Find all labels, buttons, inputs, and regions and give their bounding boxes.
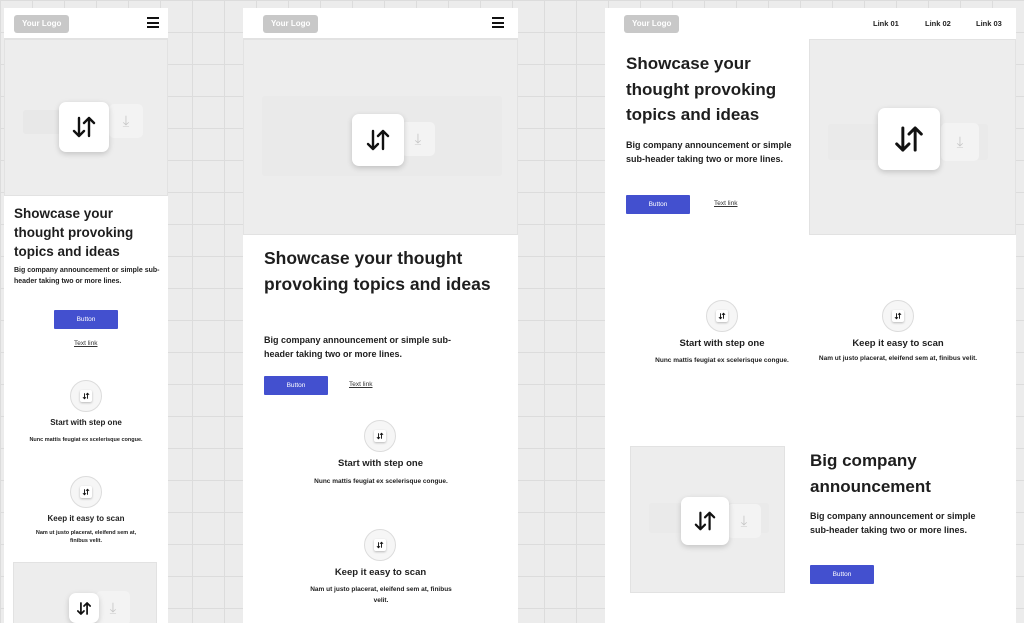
feature-image-placeholder: ⤓: [630, 446, 785, 593]
step-two-icon: [70, 476, 102, 508]
step-one-icon: [364, 420, 396, 452]
hero-heading: Showcase your thought provoking topics a…: [264, 248, 491, 294]
hero-button[interactable]: Button: [626, 195, 690, 214]
hero-button[interactable]: Button: [54, 310, 118, 329]
step-two-title: Keep it easy to scan: [852, 338, 944, 349]
feature-button[interactable]: Button: [810, 565, 874, 584]
nav-link-03[interactable]: Link 03: [976, 19, 1002, 28]
hero-image-placeholder: ⤓: [4, 39, 168, 196]
tablet-navbar: Your Logo: [243, 8, 518, 39]
feature-image-placeholder: ⤓: [13, 562, 157, 623]
step-one-title: Start with step one: [50, 418, 122, 427]
hamburger-menu-icon[interactable]: [492, 17, 504, 28]
desktop-navbar: Your Logo Link 01 Link 02 Link 03: [605, 8, 1016, 39]
mobile-frame: Your Logo ⤓ Showcase your thought provok…: [4, 8, 168, 623]
hero-subheader: Big company announcement or simple sub-h…: [626, 140, 792, 164]
mobile-navbar: Your Logo: [4, 8, 168, 39]
hero-heading: Showcase your thought provoking topics a…: [626, 54, 777, 124]
hero-subheader: Big company announcement or simple sub-h…: [264, 335, 452, 359]
feature-heading: Big company announcement: [810, 451, 931, 496]
hamburger-menu-icon[interactable]: [147, 17, 159, 28]
step-two-icon: [364, 529, 396, 561]
logo[interactable]: Your Logo: [263, 15, 319, 33]
swap-arrows-icon: [59, 102, 109, 152]
swap-arrows-icon: [69, 593, 99, 623]
logo[interactable]: Your Logo: [14, 15, 70, 33]
step-one-title: Start with step one: [679, 338, 765, 349]
step-two-text: Nam ut justo placerat, eleifend sem at, …: [35, 530, 137, 544]
hero-subheader: Big company announcement or simple sub-h…: [14, 267, 160, 285]
tablet-frame: Your Logo ⤓ Showcase your thought provok…: [243, 8, 518, 623]
nav-link-01[interactable]: Link 01: [873, 19, 899, 28]
step-one-text: Nunc mattis feugiat ex scelerisque congu…: [655, 357, 789, 364]
step-two-text: Nam ut justo placerat, eleifend sem at, …: [310, 586, 452, 604]
logo[interactable]: Your Logo: [624, 15, 680, 33]
hero-image-placeholder: ⤓: [809, 39, 1016, 235]
swap-arrows-icon: [352, 114, 404, 166]
hero-heading: Showcase your thought provoking topics a…: [14, 206, 134, 259]
step-two-title: Keep it easy to scan: [47, 514, 125, 523]
step-two-icon: [882, 300, 914, 332]
hero-text-link[interactable]: Text link: [714, 200, 737, 207]
swap-arrows-icon: [878, 108, 940, 170]
nav-link-02[interactable]: Link 02: [925, 19, 951, 28]
step-one-text: Nunc mattis feugiat ex scelerisque congu…: [29, 437, 143, 443]
swap-arrows-icon: [681, 497, 729, 545]
hero-button[interactable]: Button: [264, 376, 328, 395]
step-two-text: Nam ut justo placerat, eleifend sem at, …: [818, 355, 978, 362]
download-icon: ⤓: [109, 104, 143, 138]
desktop-frame: Your Logo Link 01 Link 02 Link 03 Showca…: [605, 8, 1016, 623]
feature-subheader: Big company announcement or simple sub-h…: [810, 511, 976, 535]
download-icon: ⤓: [727, 504, 761, 538]
step-one-text: Nunc mattis feugiat ex scelerisque congu…: [314, 478, 448, 485]
step-one-title: Start with step one: [338, 458, 423, 469]
hero-text-link[interactable]: Text link: [74, 340, 97, 347]
step-two-title: Keep it easy to scan: [334, 567, 427, 578]
download-icon: ⤓: [96, 591, 130, 623]
download-icon: ⤓: [401, 122, 435, 156]
step-one-icon: [70, 380, 102, 412]
download-icon: ⤓: [941, 123, 979, 161]
hero-image-placeholder: ⤓: [243, 39, 518, 235]
hero-text-link[interactable]: Text link: [349, 381, 372, 388]
step-one-icon: [706, 300, 738, 332]
